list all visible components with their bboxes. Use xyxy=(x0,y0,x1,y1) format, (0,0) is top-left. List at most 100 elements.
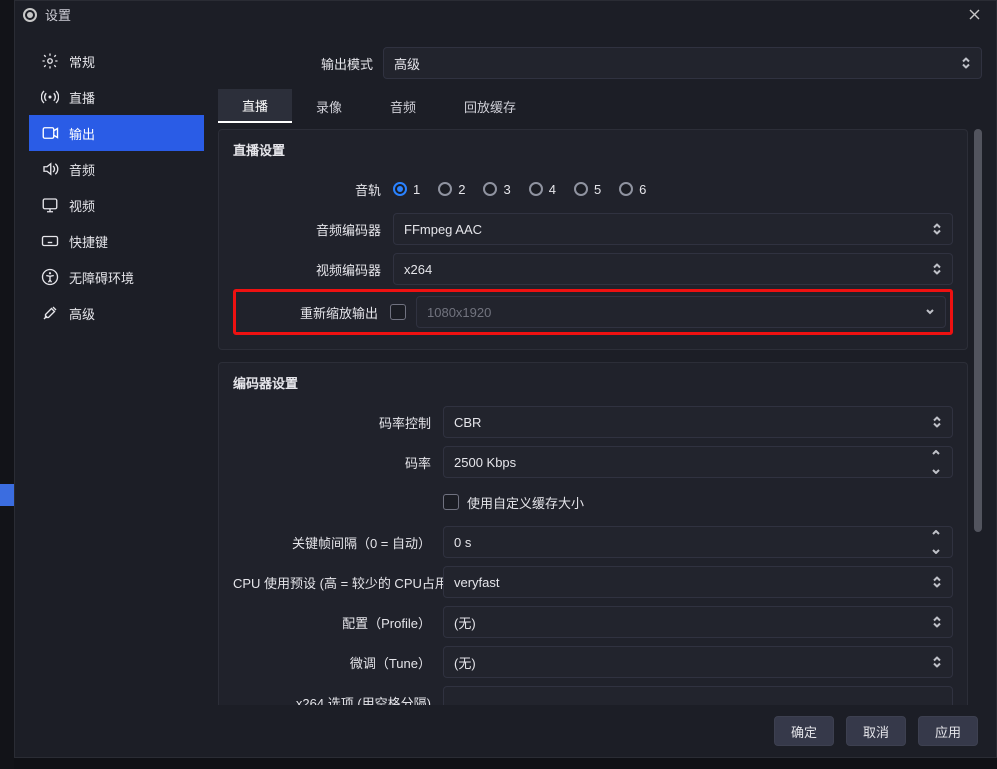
sidebar-item-label: 直播 xyxy=(69,88,95,107)
stream-settings-title: 直播设置 xyxy=(233,140,953,159)
audio-encoder-select[interactable]: FFmpeg AAC xyxy=(393,213,953,245)
accessibility-icon xyxy=(41,268,59,286)
monitor-icon xyxy=(41,196,59,214)
output-icon xyxy=(41,124,59,142)
sidebar-item-label: 无障碍环境 xyxy=(69,268,134,287)
keyint-input[interactable]: 0 s xyxy=(443,526,953,558)
close-button[interactable] xyxy=(960,1,988,29)
output-mode-select[interactable]: 高级 xyxy=(383,47,982,79)
sidebar-item-audio[interactable]: 音频 xyxy=(29,151,204,187)
encoder-settings-panel: 编码器设置 码率控制 CBR 码率 2500 Kbps xyxy=(218,362,968,705)
sidebar-item-output[interactable]: 输出 xyxy=(29,115,204,151)
chevron-updown-icon xyxy=(930,417,944,428)
tab-label: 回放缓存 xyxy=(464,97,516,116)
rescale-checkbox[interactable] xyxy=(390,304,406,320)
background-bottom xyxy=(14,758,997,769)
spin-icon xyxy=(932,530,946,554)
main-content: 输出模式 高级 直播 录像 音频 回放缓存 xyxy=(204,43,996,705)
video-encoder-row: 视频编码器 x264 xyxy=(233,249,953,289)
keyint-row: 关键帧间隔（0 = 自动） 0 s xyxy=(233,522,953,562)
sidebar-item-general[interactable]: 常规 xyxy=(29,43,204,79)
tune-select[interactable]: (无) xyxy=(443,646,953,678)
stream-settings-panel: 直播设置 音轨 1 2 3 4 5 6 xyxy=(218,129,968,350)
sidebar-item-advanced[interactable]: 高级 xyxy=(29,295,204,331)
track-radio-6[interactable]: 6 xyxy=(619,182,646,197)
tune-row: 微调（Tune） (无) xyxy=(233,642,953,682)
rate-control-select[interactable]: CBR xyxy=(443,406,953,438)
sidebar-item-stream[interactable]: 直播 xyxy=(29,79,204,115)
background-left xyxy=(0,0,14,769)
chevron-updown-icon xyxy=(930,264,944,275)
tune-label: 微调（Tune） xyxy=(233,653,443,672)
chevron-updown-icon xyxy=(959,58,973,69)
spin-icon xyxy=(932,450,946,474)
keyint-label: 关键帧间隔（0 = 自动） xyxy=(233,533,443,552)
x264opts-row: x264 选项 (用空格分隔) xyxy=(233,682,953,705)
cpu-preset-select[interactable]: veryfast xyxy=(443,566,953,598)
custom-buffer-checkbox[interactable] xyxy=(443,494,459,510)
custom-buffer-row: 使用自定义缓存大小 xyxy=(233,482,953,522)
bitrate-input[interactable]: 2500 Kbps xyxy=(443,446,953,478)
sidebar-item-label: 常规 xyxy=(69,52,95,71)
background-tag xyxy=(0,484,14,506)
tools-icon xyxy=(41,304,59,322)
tab-recording[interactable]: 录像 xyxy=(292,89,366,123)
chevron-updown-icon xyxy=(930,657,944,668)
chevron-updown-icon xyxy=(930,617,944,628)
chevron-updown-icon xyxy=(930,577,944,588)
audio-encoder-label: 音频编码器 xyxy=(233,220,393,239)
track-radio-5[interactable]: 5 xyxy=(574,182,601,197)
apply-button[interactable]: 应用 xyxy=(918,716,978,746)
ok-button[interactable]: 确定 xyxy=(774,716,834,746)
track-radio-3[interactable]: 3 xyxy=(483,182,510,197)
main-scrollbar[interactable] xyxy=(974,129,982,705)
x264opts-input[interactable] xyxy=(443,686,953,705)
track-radio-2[interactable]: 2 xyxy=(438,182,465,197)
settings-sidebar: 常规 直播 输出 音频 视频 快捷键 xyxy=(29,43,204,705)
sidebar-item-accessibility[interactable]: 无障碍环境 xyxy=(29,259,204,295)
sidebar-item-label: 输出 xyxy=(69,124,95,143)
window-title: 设置 xyxy=(45,5,71,24)
audio-track-label: 音轨 xyxy=(233,180,393,199)
chevron-down-icon xyxy=(923,307,937,317)
output-tabs: 直播 录像 音频 回放缓存 xyxy=(218,89,982,123)
video-encoder-select[interactable]: x264 xyxy=(393,253,953,285)
sidebar-item-label: 快捷键 xyxy=(69,232,108,251)
x264opts-label: x264 选项 (用空格分隔) xyxy=(233,693,443,706)
bitrate-label: 码率 xyxy=(233,453,443,472)
tab-audio[interactable]: 音频 xyxy=(366,89,440,123)
sidebar-item-hotkeys[interactable]: 快捷键 xyxy=(29,223,204,259)
tab-label: 录像 xyxy=(316,97,342,116)
dialog-footer: 确定 取消 应用 xyxy=(15,705,996,757)
output-mode-value: 高级 xyxy=(394,54,420,73)
sidebar-item-label: 高级 xyxy=(69,304,95,323)
sidebar-item-video[interactable]: 视频 xyxy=(29,187,204,223)
cancel-button[interactable]: 取消 xyxy=(846,716,906,746)
tab-stream[interactable]: 直播 xyxy=(218,89,292,123)
scrollbar-thumb[interactable] xyxy=(974,129,982,532)
audio-track-radios: 1 2 3 4 5 6 xyxy=(393,182,953,197)
audio-track-row: 音轨 1 2 3 4 5 6 xyxy=(233,169,953,209)
sidebar-item-label: 视频 xyxy=(69,196,95,215)
video-encoder-label: 视频编码器 xyxy=(233,260,393,279)
tab-replay[interactable]: 回放缓存 xyxy=(440,89,540,123)
app-icon xyxy=(23,8,37,22)
gear-icon xyxy=(41,52,59,70)
track-radio-4[interactable]: 4 xyxy=(529,182,556,197)
cpu-preset-label: CPU 使用预设 (高 = 较少的 CPU占用) xyxy=(233,573,443,592)
profile-select[interactable]: (无) xyxy=(443,606,953,638)
track-radio-1[interactable]: 1 xyxy=(393,182,420,197)
rescale-output-label: 重新缩放输出 xyxy=(240,303,390,322)
titlebar: 设置 xyxy=(15,1,996,29)
chevron-updown-icon xyxy=(930,224,944,235)
rescale-resolution-select[interactable]: 1080x1920 xyxy=(416,296,946,328)
profile-label: 配置（Profile） xyxy=(233,613,443,632)
rate-control-row: 码率控制 CBR xyxy=(233,402,953,442)
settings-window: 设置 常规 直播 输出 音频 视频 xyxy=(14,0,997,758)
output-mode-row: 输出模式 高级 xyxy=(218,43,982,83)
profile-row: 配置（Profile） (无) xyxy=(233,602,953,642)
encoder-settings-title: 编码器设置 xyxy=(233,373,953,392)
audio-encoder-row: 音频编码器 FFmpeg AAC xyxy=(233,209,953,249)
tab-label: 直播 xyxy=(242,96,268,115)
speaker-icon xyxy=(41,160,59,178)
